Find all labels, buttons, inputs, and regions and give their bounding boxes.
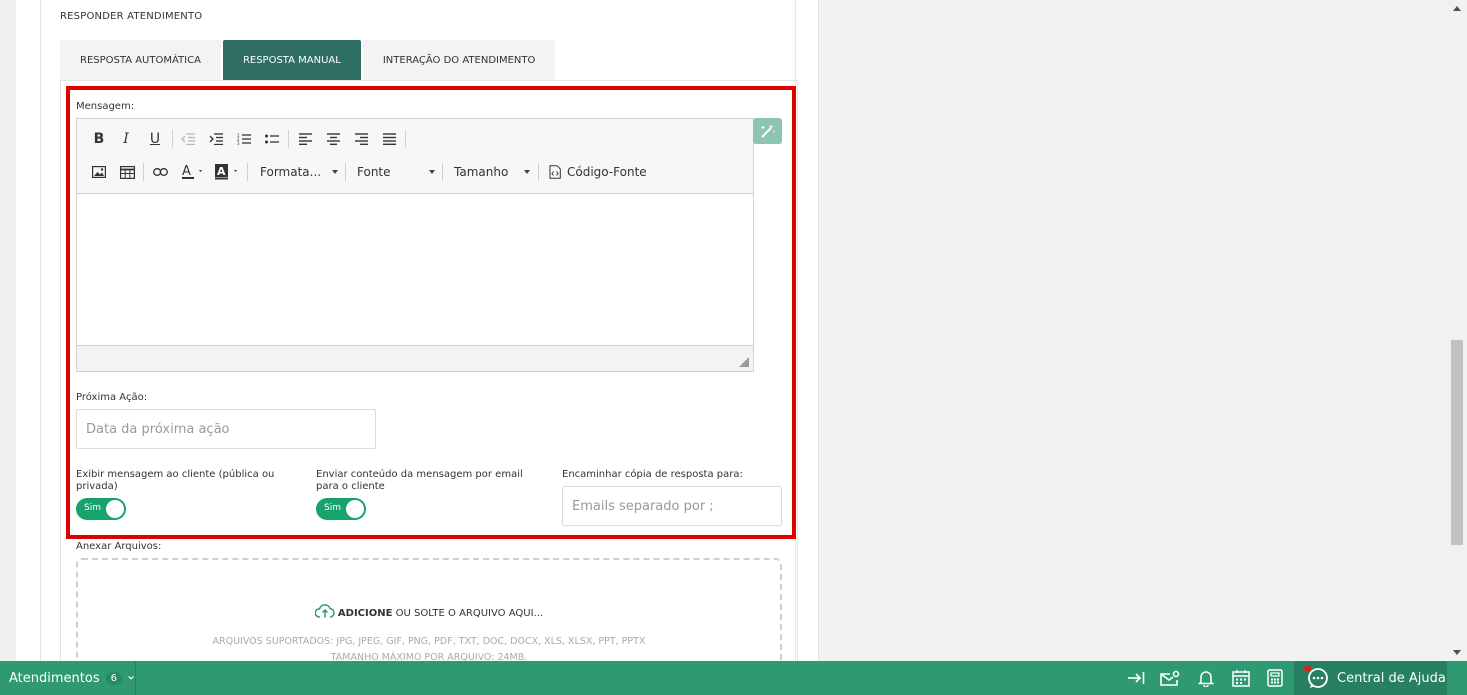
bold-button[interactable]: B bbox=[88, 128, 110, 150]
message-edit-area[interactable] bbox=[77, 194, 753, 345]
help-center-label: Central de Ajuda bbox=[1337, 670, 1446, 686]
next-action-date-input[interactable]: Data da próxima ação bbox=[76, 409, 376, 449]
send-email-toggle[interactable]: Sim bbox=[316, 498, 366, 520]
svg-text:3: 3 bbox=[237, 141, 240, 145]
align-justify-icon[interactable] bbox=[378, 128, 400, 150]
toggle-knob bbox=[106, 500, 124, 518]
align-left-icon[interactable] bbox=[294, 128, 316, 150]
source-code-icon bbox=[549, 165, 561, 179]
toolbar-separator bbox=[288, 130, 289, 148]
magic-wand-icon bbox=[760, 124, 775, 138]
scroll-up-arrow-icon[interactable] bbox=[1453, 6, 1461, 11]
scroll-thumb[interactable] bbox=[1451, 340, 1463, 545]
chevron-down-icon bbox=[332, 170, 338, 174]
dropzone-drop-text: OU SOLTE O ARQUIVO AQUI... bbox=[395, 608, 544, 619]
editor-status-bar bbox=[77, 345, 753, 371]
text-color-button[interactable]: A bbox=[180, 161, 208, 183]
scroll-down-arrow-icon[interactable] bbox=[1453, 650, 1461, 655]
toggle-label: Sim bbox=[84, 503, 101, 513]
toolbar-separator bbox=[442, 163, 443, 181]
tab-bar: RESPOSTA AUTOMÁTICA RESPOSTA MANUAL INTE… bbox=[60, 40, 557, 80]
chevron-down-icon bbox=[524, 170, 530, 174]
toolbar-separator bbox=[345, 163, 346, 181]
collapse-right-icon[interactable] bbox=[1125, 668, 1147, 688]
show-message-label: Exibir mensagem ao cliente (pública ou p… bbox=[76, 469, 275, 492]
atendimentos-count-badge: 6 bbox=[105, 671, 122, 685]
align-center-icon[interactable] bbox=[322, 128, 344, 150]
bullet-list-icon[interactable] bbox=[261, 128, 283, 150]
editor-toolbar: B I U 123 A A Formata... Fonte Tamanho C… bbox=[77, 119, 753, 194]
tab-interacao-atendimento[interactable]: INTERAÇÃO DO ATENDIMENTO bbox=[362, 40, 556, 80]
page-scrollbar[interactable] bbox=[1447, 0, 1467, 661]
dropzone-add-text: ADICIONE bbox=[337, 608, 393, 619]
help-center-button[interactable]: Central de Ajuda bbox=[1294, 661, 1447, 695]
indent-icon[interactable] bbox=[205, 128, 227, 150]
left-margin bbox=[0, 0, 16, 661]
numbered-list-icon[interactable]: 123 bbox=[233, 128, 255, 150]
bell-icon[interactable] bbox=[1195, 668, 1217, 688]
section-title: RESPONDER ATENDIMENTO bbox=[60, 11, 203, 22]
chevron-down-icon bbox=[429, 170, 435, 174]
link-icon[interactable] bbox=[149, 161, 171, 183]
size-select[interactable]: Tamanho bbox=[454, 161, 530, 183]
attachments-label: Anexar Arquivos: bbox=[76, 541, 162, 552]
calculator-icon[interactable] bbox=[1264, 668, 1286, 688]
table-icon[interactable] bbox=[116, 161, 138, 183]
cloud-upload-icon bbox=[314, 604, 335, 618]
send-email-label: Enviar conteúdo da mensagem por email pa… bbox=[316, 469, 523, 492]
font-select-label: Fonte bbox=[357, 165, 391, 179]
svg-text:A: A bbox=[182, 164, 191, 179]
atendimentos-button[interactable]: Atendimentos 6 bbox=[0, 661, 136, 695]
notification-dot bbox=[1304, 665, 1311, 672]
align-right-icon[interactable] bbox=[350, 128, 372, 150]
calendar-icon[interactable] bbox=[1230, 668, 1252, 688]
forward-emails-input[interactable]: Emails separado por ; bbox=[562, 486, 782, 526]
format-select-label: Formata... bbox=[260, 165, 322, 179]
bottom-bar: Atendimentos 6 Central de Ajuda bbox=[0, 661, 1467, 695]
source-code-label: Código-Fonte bbox=[567, 165, 647, 179]
next-action-label: Próxima Ação: bbox=[76, 392, 148, 403]
toggle-knob bbox=[346, 500, 364, 518]
mail-settings-icon[interactable] bbox=[1159, 668, 1181, 688]
font-select[interactable]: Fonte bbox=[357, 161, 435, 183]
ai-magic-button[interactable] bbox=[753, 118, 782, 144]
tab-resposta-manual[interactable]: RESPOSTA MANUAL bbox=[222, 40, 361, 80]
toggle-label: Sim bbox=[324, 503, 341, 513]
toolbar-separator bbox=[405, 130, 406, 148]
toolbar-separator bbox=[143, 163, 144, 181]
tab-resposta-automatica[interactable]: RESPOSTA AUTOMÁTICA bbox=[60, 40, 221, 80]
toolbar-separator bbox=[172, 130, 173, 148]
supported-files-text: ARQUIVOS SUPORTADOS: JPG, JPEG, GIF, PNG… bbox=[212, 636, 646, 647]
dropzone-prompt: ADICIONE OU SOLTE O ARQUIVO AQUI... bbox=[78, 604, 780, 619]
toolbar-separator bbox=[247, 163, 248, 181]
source-code-button[interactable]: Código-Fonte bbox=[549, 161, 649, 183]
outdent-icon[interactable] bbox=[177, 128, 199, 150]
rich-text-editor: B I U 123 A A Formata... Fonte Tamanho C… bbox=[76, 118, 754, 372]
atendimentos-label: Atendimentos bbox=[9, 670, 100, 686]
underline-button[interactable]: U bbox=[144, 128, 166, 150]
format-select[interactable]: Formata... bbox=[260, 161, 338, 183]
image-icon[interactable] bbox=[88, 161, 110, 183]
size-select-label: Tamanho bbox=[454, 165, 509, 179]
background-color-button[interactable]: A bbox=[214, 161, 242, 183]
resize-handle-icon[interactable] bbox=[739, 357, 749, 367]
file-dropzone[interactable]: ADICIONE OU SOLTE O ARQUIVO AQUI... ARQU… bbox=[76, 558, 782, 668]
italic-button[interactable]: I bbox=[115, 128, 137, 150]
svg-text:A: A bbox=[217, 165, 226, 178]
show-message-toggle[interactable]: Sim bbox=[76, 498, 126, 520]
message-label: Mensagem: bbox=[76, 101, 135, 112]
chevron-down-icon bbox=[128, 675, 134, 680]
toolbar-separator bbox=[538, 163, 539, 181]
forward-copy-label: Encaminhar cópia de resposta para: bbox=[562, 469, 743, 480]
page: RESPONDER ATENDIMENTO RESPOSTA AUTOMÁTIC… bbox=[0, 0, 1467, 695]
